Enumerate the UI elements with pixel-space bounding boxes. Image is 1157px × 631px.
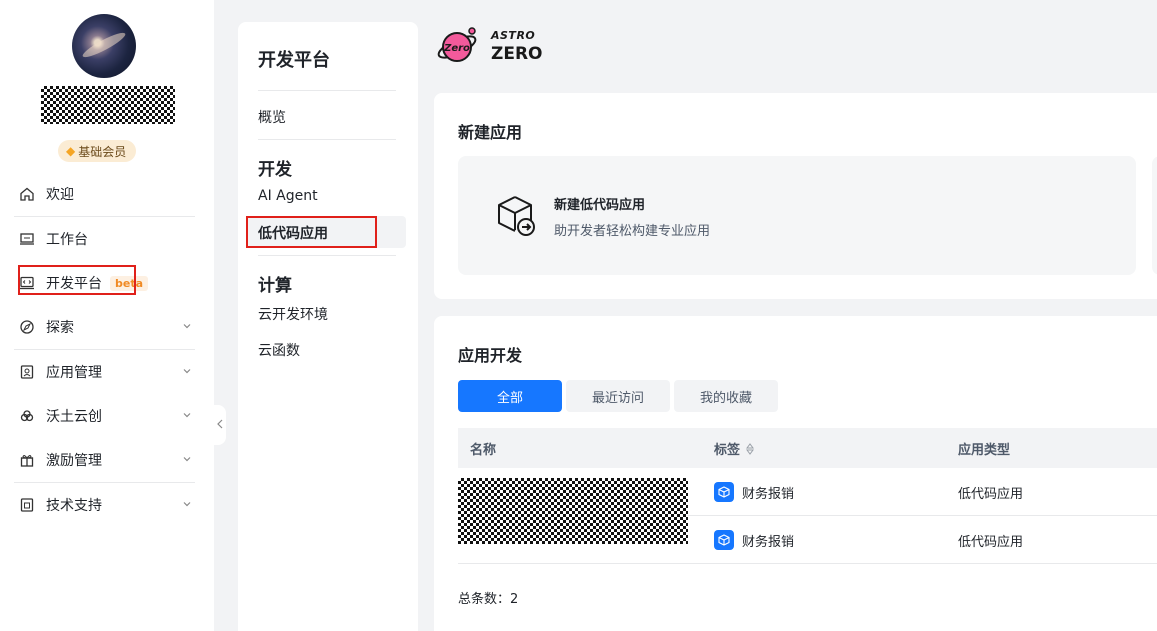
total-value: 2 (510, 592, 519, 607)
app-names-redacted (458, 478, 688, 544)
app-table: 名称 标签 应用类型 财务报销 低代码应用 财务报销 低代码应用 (458, 428, 1157, 564)
sidebar-item-app-management[interactable]: 应用管理 (14, 350, 195, 394)
chevron-down-icon (181, 320, 193, 336)
row-app-type: 低代码应用 (958, 487, 1024, 502)
chevron-down-icon (181, 453, 193, 469)
tab-recent[interactable]: 最近访问 (566, 380, 670, 412)
monitor-icon (18, 230, 36, 248)
sidebar-nav: 欢迎 工作台 开发平台 beta 探索 应用管理 沃土云创 激励管理 技术支持 (14, 172, 195, 527)
astro-zero-logo: Zero ASTRO ZERO (434, 24, 544, 70)
sidebar-item-label: 欢迎 (46, 187, 74, 203)
highlight-box-low-code (246, 216, 377, 248)
sidebar-item-explore[interactable]: 探索 (14, 305, 195, 349)
row-tag-label: 财务报销 (742, 534, 795, 550)
app-box-icon (18, 363, 36, 381)
total-count: 总条数：2 (458, 588, 518, 607)
app-dev-card: 应用开发 全部 最近访问 我的收藏 名称 标签 应用类型 财务报销 低代码应用 (434, 316, 1157, 631)
column-tag-label: 标签 (714, 443, 741, 458)
sidebar-item-label: 技术支持 (46, 498, 102, 514)
sidebar-item-incentive[interactable]: 激励管理 (14, 438, 195, 482)
sidebar-collapse-button[interactable] (214, 405, 226, 445)
chevron-down-icon (181, 498, 193, 514)
new-low-code-app-tile[interactable]: 新建低代码应用 助开发者轻松构建专业应用 (458, 156, 1136, 275)
row-app-type: 低代码应用 (958, 535, 1024, 550)
next-tile-edge[interactable] (1152, 156, 1157, 275)
sidebar-item-label: 探索 (46, 320, 74, 336)
dev-nav-ai-agent[interactable]: AI Agent (258, 188, 318, 204)
diamond-icon: ◆ (66, 144, 76, 158)
tab-all[interactable]: 全部 (458, 380, 562, 412)
dev-nav-cloud-func[interactable]: 云函数 (258, 340, 300, 360)
new-app-title: 新建应用 (458, 123, 523, 142)
sidebar-item-welcome[interactable]: 欢迎 (14, 172, 195, 216)
column-app-type: 应用类型 (958, 443, 1011, 458)
logo-planet-text: Zero (443, 43, 470, 54)
sidebar-item-label: 工作台 (46, 232, 88, 248)
dev-platform-nav: 开发平台 概览 开发 AI Agent 低代码应用 计算 云开发环境 云函数 (238, 22, 418, 631)
column-tag[interactable]: 标签 (714, 439, 756, 458)
chevron-down-icon (181, 365, 193, 381)
cube-add-icon (498, 196, 535, 236)
table-header: 名称 标签 应用类型 (458, 428, 1157, 468)
logo-line1: ASTRO (491, 29, 536, 42)
user-avatar[interactable] (72, 14, 136, 78)
tab-favorites[interactable]: 我的收藏 (674, 380, 778, 412)
divider (258, 255, 396, 256)
username-redacted (41, 86, 175, 124)
planet-logo-icon: Zero (437, 27, 477, 62)
dev-nav-group-dev: 开发 (258, 160, 292, 180)
sidebar-item-label: 激励管理 (46, 453, 102, 469)
cube-icon (714, 530, 734, 550)
sidebar-item-cloud[interactable]: 沃土云创 (14, 394, 195, 438)
sidebar-item-tech-support[interactable]: 技术支持 (14, 483, 195, 527)
dev-nav-cloud-env[interactable]: 云开发环境 (258, 304, 328, 324)
row-tag: 财务报销 (714, 530, 794, 550)
dev-nav-title: 开发平台 (258, 50, 330, 71)
row-tag-label: 财务报销 (742, 486, 795, 502)
home-icon (18, 185, 36, 203)
total-label: 总条数： (458, 592, 511, 607)
sidebar-item-label: 沃土云创 (46, 409, 102, 425)
chevron-left-icon (216, 419, 224, 432)
sort-icon[interactable] (744, 442, 756, 456)
divider (258, 90, 396, 91)
logo-line2: ZERO (491, 44, 543, 64)
compass-icon (18, 318, 36, 336)
chevron-down-icon (181, 409, 193, 425)
cloud-icon (18, 407, 36, 425)
dev-nav-overview[interactable]: 概览 (258, 107, 286, 127)
main-sidebar: ◆ 基础会员 欢迎 工作台 开发平台 beta 探索 应用管理 沃土云创 激励管… (0, 0, 214, 631)
new-app-card: 新建应用 新建低代码应用 助开发者轻松构建专业应用 (434, 93, 1157, 299)
row-tag: 财务报销 (714, 482, 794, 502)
app-dev-title: 应用开发 (458, 346, 523, 365)
highlight-box-dev-platform (18, 265, 136, 295)
cube-icon (714, 482, 734, 502)
column-name: 名称 (470, 443, 497, 458)
member-badge[interactable]: ◆ 基础会员 (58, 140, 137, 162)
app-filter-tabs: 全部 最近访问 我的收藏 (458, 380, 778, 412)
tile-description: 助开发者轻松构建专业应用 (554, 224, 711, 239)
support-icon (18, 496, 36, 514)
dev-nav-group-compute: 计算 (258, 276, 292, 296)
member-badge-label: 基础会员 (78, 144, 127, 159)
sidebar-item-workbench[interactable]: 工作台 (14, 217, 195, 261)
sidebar-item-label: 应用管理 (46, 365, 102, 381)
divider (258, 139, 396, 140)
gift-icon (18, 451, 36, 469)
tile-name: 新建低代码应用 (554, 198, 646, 213)
